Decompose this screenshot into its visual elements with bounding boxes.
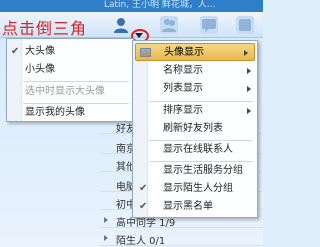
menu-item-label: 刷新好友列表 (163, 123, 223, 134)
tab-more[interactable] (236, 16, 254, 34)
chevron-right-icon (247, 108, 251, 114)
menu-item-small-avatar[interactable]: 小头像 (7, 61, 133, 79)
menu-item-sort-display[interactable]: 排序显示 (133, 102, 257, 120)
check-icon: ✔ (11, 46, 20, 57)
menu-item-show-strangers[interactable]: ✔ 显示陌生人分组 (133, 180, 257, 198)
chevron-right-icon (104, 217, 108, 223)
title-text: Latin, 王小明 鲜花城，人... (104, 0, 216, 10)
menu-item-label: 选中时显示大头像 (25, 86, 105, 97)
tab-contacts[interactable] (112, 16, 130, 34)
group-icon (162, 19, 176, 32)
menu-item-list-display[interactable]: 列表显示 (133, 80, 257, 98)
menu-item-show-life-service[interactable]: 显示生活服务分组 (133, 162, 257, 180)
menu-item-label: 列表显示 (163, 83, 203, 94)
chevron-right-icon (247, 68, 251, 74)
menu-item-label: 大头像 (25, 46, 55, 57)
menu-item-label: 显示我的头像 (25, 107, 85, 118)
menu-item-label: 小头像 (25, 64, 55, 75)
annotation-text: 点击倒三角 (2, 19, 88, 38)
menu-item-label: 名称显示 (163, 65, 203, 76)
menu-item-refresh-friends[interactable]: 刷新好友列表 (133, 120, 257, 138)
menu-item-avatar-display[interactable]: 头像显示 (135, 43, 255, 61)
menu-item-label: 显示黑名单 (163, 201, 213, 212)
menu-item-show-online[interactable]: 显示在线联系人 (133, 141, 257, 159)
tab-chat[interactable] (200, 16, 218, 34)
group-label: 陌生人 0/1 (116, 236, 166, 247)
menu-item-show-blacklist[interactable]: ✔ 显示黑名单 (133, 198, 257, 216)
menu-item-label: 显示生活服务分组 (163, 165, 243, 176)
check-icon: ✔ (139, 183, 148, 194)
avatar-size-menu: ✔ 大头像 小头像 选中时显示大头像 显示我的头像 (6, 38, 134, 122)
menu-item-label: 显示陌生人分组 (163, 183, 233, 194)
list-item[interactable]: 陌生人 0/1 (100, 230, 263, 247)
menu-item-label: 头像显示 (164, 47, 204, 58)
menu-item-label: 显示在线联系人 (163, 144, 233, 155)
tab-group[interactable] (160, 16, 178, 34)
menu-item-show-large-on-select: 选中时显示大头像 (7, 83, 133, 101)
display-settings-menu: 头像显示 名称显示 列表显示 排序显示 刷新好友列表 显示在线联系人 显示生活服… (132, 40, 258, 218)
chevron-right-icon (104, 235, 108, 241)
avatar-display-icon (140, 48, 151, 57)
menu-separator (23, 81, 129, 82)
menu-item-label: 排序显示 (163, 105, 203, 116)
check-icon: ✔ (139, 201, 148, 212)
menu-item-show-my-avatar[interactable]: 显示我的头像 (7, 104, 133, 122)
more-icon (239, 19, 251, 31)
chevron-right-icon (247, 86, 251, 92)
chevron-right-icon (244, 50, 248, 56)
menu-item-large-avatar[interactable]: ✔ 大头像 (7, 43, 133, 61)
chevron-down-icon[interactable] (135, 33, 143, 38)
menu-item-name-display[interactable]: 名称显示 (133, 62, 257, 80)
chat-icon (202, 19, 216, 32)
title-bar: Latin, 王小明 鲜花城，人... (0, 0, 263, 12)
contacts-icon (114, 18, 128, 33)
